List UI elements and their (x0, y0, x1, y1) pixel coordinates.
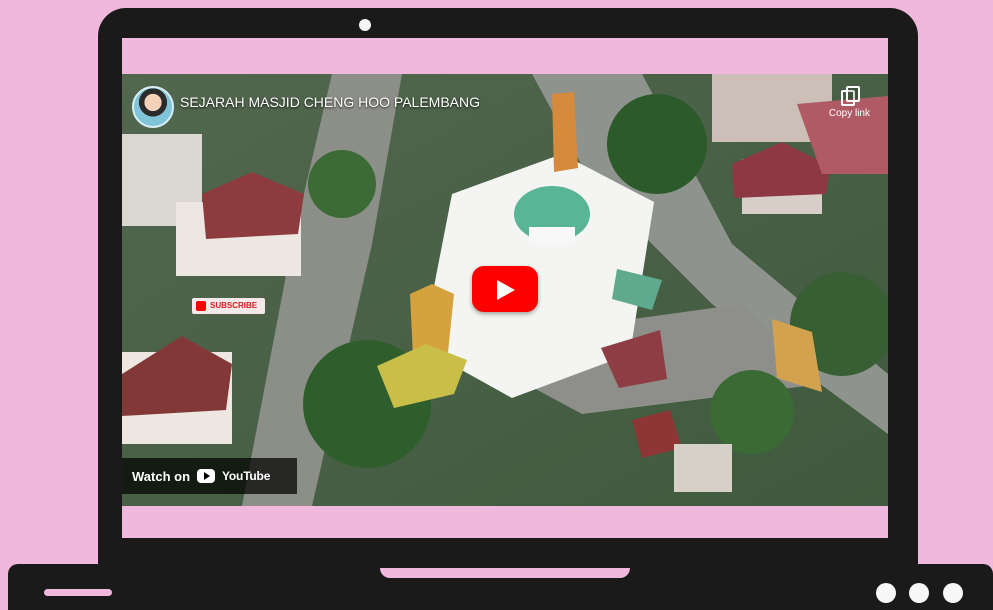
subscribe-button[interactable]: SUBSCRIBE (192, 298, 266, 314)
base-indicator-line (44, 589, 112, 596)
laptop-display: SEJARAH MASJID CHENG HOO PALEMBANG Copy … (122, 38, 888, 538)
copy-link-button[interactable]: Copy link (829, 86, 870, 119)
channel-avatar-icon[interactable] (132, 86, 174, 128)
status-dot (909, 583, 929, 603)
youtube-wordmark: YouTube (222, 469, 271, 483)
copy-link-label: Copy link (828, 108, 870, 119)
video-title[interactable]: SEJARAH MASJID CHENG HOO PALEMBANG (180, 94, 480, 110)
laptop-hinge (380, 568, 630, 578)
play-button[interactable] (472, 266, 538, 312)
copy-icon (840, 86, 861, 106)
status-dot (943, 583, 963, 603)
watch-on-label: Watch on (132, 468, 191, 484)
status-dot (876, 583, 896, 603)
camera-dot-icon (359, 19, 371, 31)
embedded-video-player[interactable]: SEJARAH MASJID CHENG HOO PALEMBANG Copy … (122, 74, 888, 506)
youtube-logo-icon (197, 469, 216, 483)
watch-on-youtube-button[interactable]: Watch on YouTube (122, 458, 297, 494)
